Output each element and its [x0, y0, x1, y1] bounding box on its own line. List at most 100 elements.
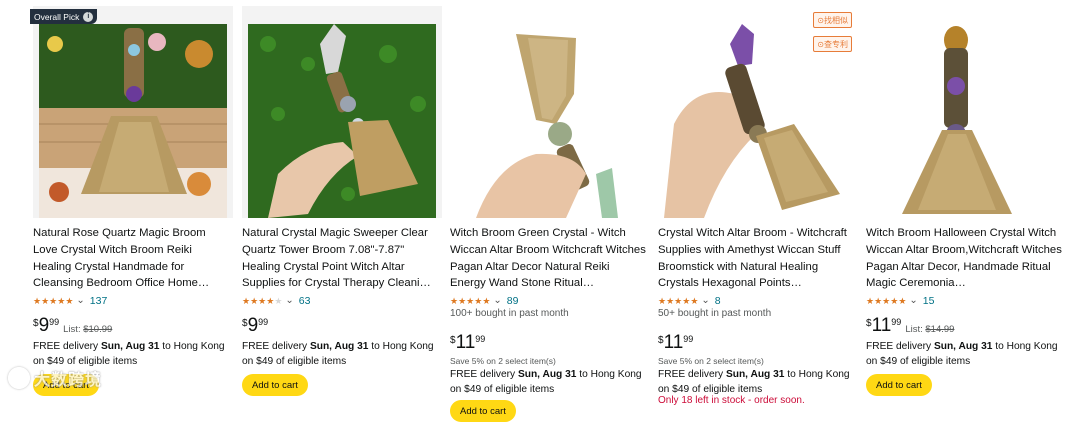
- save-offer-4[interactable]: Save 5% on 2 select item(s): [658, 356, 764, 366]
- product-photo-1[interactable]: [39, 24, 227, 218]
- rating-row-4[interactable]: ★ ★ ★ ★ ★ ⌄ 8: [658, 294, 721, 308]
- product-photo-3[interactable]: [456, 24, 644, 218]
- star-icon: ★: [242, 295, 251, 306]
- rating-row-5[interactable]: ★ ★ ★ ★ ★ ⌄ 15: [866, 294, 934, 308]
- product-photo-2[interactable]: [248, 24, 436, 218]
- star-icon: ★: [474, 295, 483, 306]
- star-icon: ★: [682, 295, 691, 306]
- price-whole: 11: [871, 315, 892, 336]
- delivery-info-2: FREE delivery Sun, Aug 31 to Hong Kong o…: [242, 341, 434, 367]
- overall-pick-badge: Overall Pick i: [30, 9, 98, 24]
- list-price-1: List: $10.99: [63, 324, 113, 335]
- star-icon: ★: [49, 295, 58, 306]
- info-icon[interactable]: i: [83, 11, 94, 22]
- badge-label: Overall Pick: [34, 11, 80, 22]
- price-3[interactable]: $ 11 99: [450, 333, 485, 352]
- add-to-cart-button-5[interactable]: Add to cart: [866, 374, 932, 396]
- watermark: 大数跨境: [8, 366, 102, 390]
- star-half-icon: ★: [482, 295, 491, 306]
- review-count-3[interactable]: 89: [507, 295, 519, 307]
- review-count-4[interactable]: 8: [715, 295, 721, 307]
- price-fraction: 99: [475, 334, 486, 344]
- star-rating-1[interactable]: ★ ★ ★ ★ ★: [33, 295, 74, 306]
- rating-row-3[interactable]: ★ ★ ★ ★ ★ ⌄ 89: [450, 294, 518, 308]
- star-icon: ★: [666, 295, 675, 306]
- check-patent-button[interactable]: ⊙查专利: [813, 36, 852, 52]
- star-icon: ★: [874, 295, 883, 306]
- product-image-1[interactable]: [33, 6, 233, 218]
- price-1[interactable]: $ 9 99 List: $10.99: [33, 316, 112, 335]
- review-count-5[interactable]: 15: [923, 295, 935, 307]
- product-photo-4[interactable]: [664, 24, 852, 218]
- product-card-2[interactable]: Natural Crystal Magic Sweeper Clear Quar…: [242, 6, 442, 404]
- product-image-3[interactable]: [450, 6, 650, 218]
- product-title-5[interactable]: Witch Broom Halloween Crystal Witch Wicc…: [866, 225, 1062, 293]
- find-similar-button[interactable]: ⊙找相似: [813, 12, 852, 28]
- add-to-cart-button-2[interactable]: Add to cart: [242, 374, 308, 396]
- price-whole: 9: [38, 315, 50, 336]
- product-card-4[interactable]: ⊙找相似 ⊙查专利 Crystal Witch Altar Broom - Wi…: [658, 6, 858, 406]
- price-fraction: 99: [49, 317, 60, 327]
- star-half-icon: ★: [65, 295, 74, 306]
- star-icon: ★: [466, 295, 475, 306]
- product-title-4[interactable]: Crystal Witch Altar Broom - Witchcraft S…: [658, 225, 854, 293]
- watermark-logo-icon: [8, 367, 30, 389]
- star-icon: ★: [658, 295, 667, 306]
- price-fraction: 99: [683, 334, 694, 344]
- price-whole: 9: [247, 315, 259, 336]
- price-2[interactable]: $ 9 99: [242, 316, 268, 335]
- product-image-2[interactable]: [242, 6, 442, 218]
- chevron-down-icon[interactable]: ⌄: [909, 296, 917, 306]
- star-icon: ★: [674, 295, 683, 306]
- star-half-icon: ★: [898, 295, 907, 306]
- list-price-5: List: $14.99: [905, 324, 955, 335]
- star-icon: ★: [890, 295, 899, 306]
- add-to-cart-button-3[interactable]: Add to cart: [450, 400, 516, 422]
- chevron-down-icon[interactable]: ⌄: [493, 296, 501, 306]
- bought-count-3: 100+ bought in past month: [450, 308, 569, 319]
- product-title-3[interactable]: Witch Broom Green Crystal - Witch Wiccan…: [450, 225, 646, 293]
- watermark-text: 大数跨境: [34, 372, 103, 389]
- save-offer-3[interactable]: Save 5% on 2 select item(s): [450, 356, 556, 366]
- price-5[interactable]: $ 11 99 List: $14.99: [866, 316, 954, 335]
- product-card-5[interactable]: Witch Broom Halloween Crystal Witch Wicc…: [866, 6, 1066, 404]
- rating-row-2[interactable]: ★ ★ ★ ★ ★ ⌄ 63: [242, 294, 310, 308]
- price-fraction: 99: [258, 317, 269, 327]
- review-count-1[interactable]: 137: [90, 295, 108, 307]
- review-count-2[interactable]: 63: [299, 295, 311, 307]
- product-title-1[interactable]: Natural Rose Quartz Magic Broom Love Cry…: [33, 225, 229, 293]
- product-title-2[interactable]: Natural Crystal Magic Sweeper Clear Quar…: [242, 225, 438, 293]
- bought-count-4: 50+ bought in past month: [658, 308, 772, 319]
- star-icon: ★: [866, 295, 875, 306]
- chevron-down-icon[interactable]: ⌄: [285, 296, 293, 306]
- star-icon: ★: [450, 295, 459, 306]
- star-icon: ★: [250, 295, 259, 306]
- star-rating-4[interactable]: ★ ★ ★ ★ ★: [658, 295, 699, 306]
- star-rating-3[interactable]: ★ ★ ★ ★ ★: [450, 295, 491, 306]
- star-empty-icon: ★: [274, 295, 283, 306]
- price-4[interactable]: $ 11 99: [658, 333, 693, 352]
- product-card-3[interactable]: Witch Broom Green Crystal - Witch Wiccan…: [450, 6, 650, 422]
- star-icon: ★: [258, 295, 267, 306]
- star-icon: ★: [458, 295, 467, 306]
- product-image-5[interactable]: [866, 6, 1066, 218]
- chevron-down-icon[interactable]: ⌄: [701, 296, 709, 306]
- star-icon: ★: [690, 295, 699, 306]
- star-icon: ★: [266, 295, 275, 306]
- delivery-info-1: FREE delivery Sun, Aug 31 to Hong Kong o…: [33, 341, 225, 367]
- delivery-info-4: FREE delivery Sun, Aug 31 to Hong Kong o…: [658, 369, 850, 395]
- star-icon: ★: [882, 295, 891, 306]
- star-icon: ★: [41, 295, 50, 306]
- stock-warning-4: Only 18 left in stock - order soon.: [658, 395, 805, 406]
- delivery-info-5: FREE delivery Sun, Aug 31 to Hong Kong o…: [866, 341, 1058, 367]
- star-rating-2[interactable]: ★ ★ ★ ★ ★: [242, 295, 283, 306]
- rating-row-1[interactable]: ★ ★ ★ ★ ★ ⌄ 137: [33, 294, 107, 308]
- star-rating-5[interactable]: ★ ★ ★ ★ ★: [866, 295, 907, 306]
- chevron-down-icon[interactable]: ⌄: [76, 296, 84, 306]
- price-whole: 11: [455, 332, 476, 353]
- star-icon: ★: [33, 295, 42, 306]
- star-icon: ★: [57, 295, 66, 306]
- price-fraction: 99: [891, 317, 902, 327]
- product-card-1[interactable]: Natural Rose Quartz Magic Broom Love Cry…: [33, 6, 233, 404]
- product-photo-5[interactable]: [872, 24, 1060, 218]
